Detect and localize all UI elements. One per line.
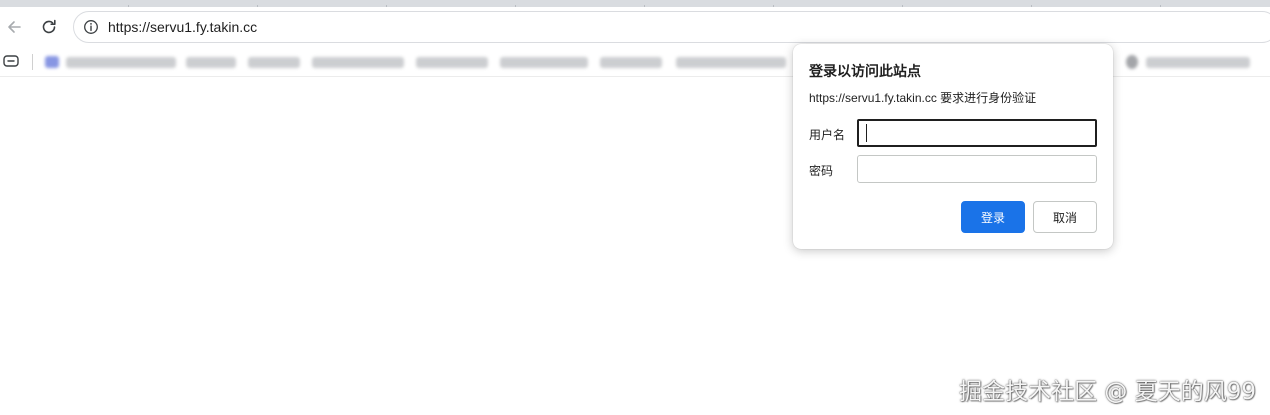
browser-window: https://servu1.fy.takin.cc 登录以访问此站点 http…	[0, 0, 1270, 415]
dialog-title: 登录以访问此站点	[809, 63, 921, 79]
bookmark-item[interactable]	[676, 57, 786, 68]
bookmark-item[interactable]	[186, 57, 236, 68]
watermark: 掘金技术社区 @ 夏天的风99	[959, 379, 1256, 405]
bookmark-item[interactable]	[1146, 57, 1250, 68]
text-caret	[866, 124, 867, 142]
username-label: 用户名	[809, 128, 846, 142]
bookmark-favicon[interactable]	[45, 56, 59, 68]
bookmark-item[interactable]	[600, 57, 662, 68]
bookmark-item[interactable]	[312, 57, 404, 68]
arrow-left-icon	[8, 21, 21, 33]
bookmark-item[interactable]	[500, 57, 588, 68]
username-field[interactable]	[857, 119, 1097, 147]
apps-icon[interactable]	[3, 55, 19, 67]
address-bar[interactable]: https://servu1.fy.takin.cc	[73, 11, 1270, 43]
bookmark-favicon[interactable]	[1126, 55, 1138, 69]
password-label: 密码	[809, 164, 834, 178]
bookmark-item[interactable]	[66, 57, 176, 68]
browser-toolbar: https://servu1.fy.takin.cc	[0, 7, 1270, 47]
reload-button[interactable]	[36, 14, 62, 40]
dialog-subtitle: https://servu1.fy.takin.cc 要求进行身份验证	[809, 91, 1037, 105]
cancel-button[interactable]: 取消	[1033, 201, 1097, 233]
bookmark-item[interactable]	[416, 57, 488, 68]
address-url: https://servu1.fy.takin.cc	[108, 19, 258, 35]
info-icon	[84, 20, 98, 34]
bookmark-item[interactable]	[248, 57, 300, 68]
site-info-button[interactable]	[82, 18, 100, 36]
auth-dialog: 登录以访问此站点 https://servu1.fy.takin.cc 要求进行…	[793, 44, 1113, 249]
back-button[interactable]	[1, 14, 27, 40]
bookmarks-separator	[32, 54, 33, 70]
reload-icon	[42, 19, 56, 34]
password-field[interactable]	[857, 155, 1097, 183]
tab-strip	[0, 0, 1270, 7]
login-button[interactable]: 登录	[961, 201, 1025, 233]
